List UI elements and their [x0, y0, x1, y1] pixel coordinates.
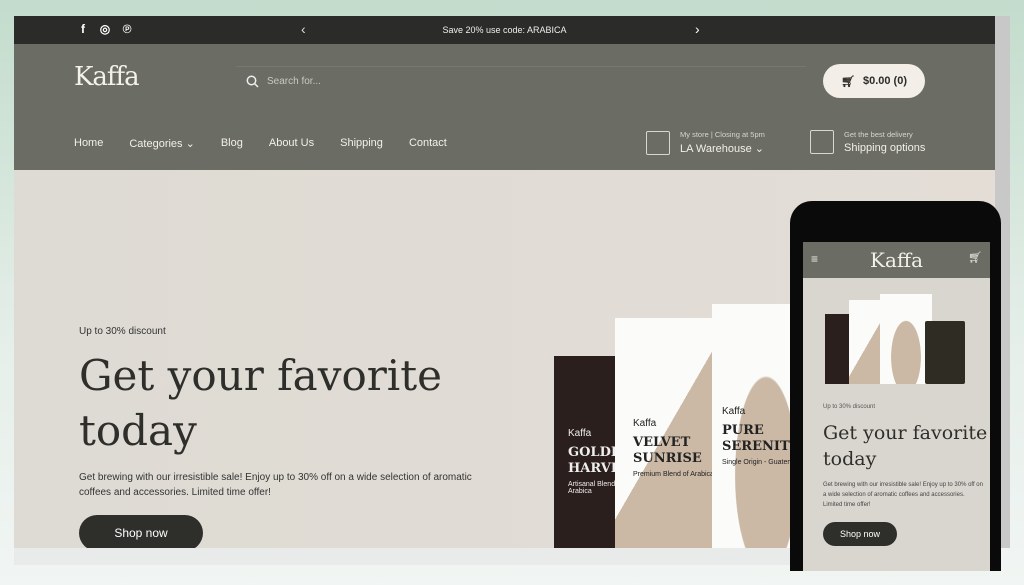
search-input[interactable]: Search for... — [236, 66, 806, 96]
mobile-product-image — [825, 294, 965, 386]
mobile-cart-icon[interactable]: 🛒︎ — [968, 251, 982, 264]
mobile-screen: ≡ Kaffa 🛒︎ Up to 30% discount Get your f… — [803, 242, 990, 571]
site-header: Kaffa Search for... 🛒︎ $0.00 (0) Home Ca… — [14, 44, 995, 170]
promo-text: Save 20% use code: ARABICA — [442, 25, 567, 35]
next-promo-arrow[interactable]: › — [695, 21, 700, 37]
cart-total: $0.00 (0) — [862, 75, 907, 87]
bag-name: PURE SERENITY — [722, 423, 799, 454]
nav-blog[interactable]: Blog — [221, 137, 243, 150]
mobile-logo: Kaffa — [870, 248, 923, 272]
mobile-title: Get your favorite today — [823, 422, 988, 470]
nav-shipping[interactable]: Shipping — [340, 137, 383, 150]
nav-contact[interactable]: Contact — [409, 137, 447, 150]
product-bag: Kaffa VELVET SUNRISE Premium Blend of Ar… — [615, 318, 715, 548]
bag-name: VELVET SUNRISE — [633, 435, 702, 466]
nav-home[interactable]: Home — [74, 137, 103, 150]
shop-now-button[interactable]: Shop now — [79, 515, 203, 548]
logo[interactable]: Kaffa — [74, 62, 140, 92]
search-icon — [246, 75, 259, 88]
box-icon — [810, 130, 834, 154]
mobile-discount: Up to 30% discount — [823, 404, 876, 410]
mobile-header: ≡ Kaffa 🛒︎ — [803, 242, 990, 278]
bag-sub: Premium Blend of Arabica — [633, 471, 714, 478]
main-nav: Home Categories ⌄ Blog About Us Shipping… — [74, 137, 447, 150]
bag-brand: Kaffa — [633, 418, 657, 429]
delivery-value: Shipping options — [844, 142, 926, 154]
hero-description: Get brewing with our irresistible sale! … — [79, 472, 472, 498]
search-placeholder: Search for... — [267, 76, 321, 87]
chevron-down-icon: ⌄ — [185, 138, 195, 150]
mobile-phone-mockup: ≡ Kaffa 🛒︎ Up to 30% discount Get your f… — [790, 201, 1001, 571]
announcement-bar: f ◎ ℗ ‹ Save 20% use code: ARABICA › — [14, 16, 995, 44]
mobile-shop-now-button[interactable]: Shop now — [823, 522, 897, 546]
hero-discount: Up to 30% discount — [79, 326, 166, 337]
cart-icon: 🛒︎ — [841, 75, 855, 88]
cart-button[interactable]: 🛒︎ $0.00 (0) — [823, 64, 925, 98]
store-selector[interactable]: My store | Closing at 5pm LA Warehouse ⌄ — [646, 130, 765, 155]
store-value: LA Warehouse — [680, 143, 752, 155]
nav-categories-label: Categories — [129, 138, 183, 150]
delivery-options[interactable]: Get the best delivery Shipping options — [810, 130, 925, 154]
store-label: My store | Closing at 5pm — [680, 130, 765, 139]
nav-categories[interactable]: Categories ⌄ — [129, 137, 194, 150]
nav-about[interactable]: About Us — [269, 137, 314, 150]
store-icon — [646, 130, 670, 155]
mobile-description: Get brewing with our irresistible sale! … — [823, 482, 983, 508]
product-bag: Kaffa PURE SERENITY Single Origin - Guat… — [712, 304, 802, 548]
hero-title: Get your favorite today — [79, 351, 442, 455]
delivery-label: Get the best delivery — [844, 130, 913, 139]
